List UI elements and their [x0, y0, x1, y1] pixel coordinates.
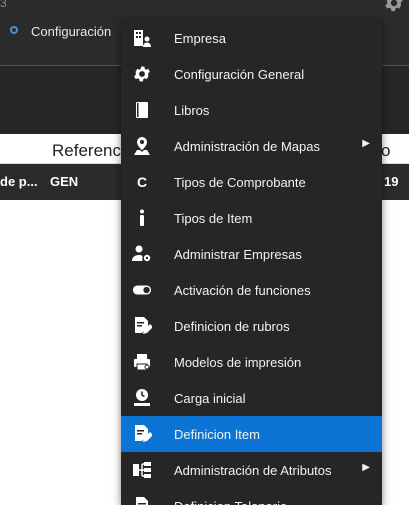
menu-item-definicion-talonario[interactable]: Definicion Talonario	[121, 488, 382, 505]
hierarchy-icon	[131, 460, 153, 480]
menu-item-label: Tipos de Comprobante	[174, 175, 306, 190]
menu-item-label: Administración de Atributos	[174, 463, 332, 478]
user-gear-icon	[131, 244, 153, 264]
menu-item-administracion-de-atributos[interactable]: Administración de Atributos ▶	[121, 452, 382, 488]
table-cell: de p...	[0, 174, 38, 189]
radio-ring-icon[interactable]	[10, 26, 18, 34]
corner-number: 3	[0, 0, 7, 10]
toggle-icon	[131, 280, 153, 300]
menu-item-label: Modelos de impresión	[174, 355, 302, 370]
menu-item-label: Administración de Mapas	[174, 139, 320, 154]
menu-item-label: Administrar Empresas	[174, 247, 302, 262]
info-icon	[131, 208, 153, 228]
submenu-arrow-icon: ▶	[362, 138, 370, 149]
menu-item-label: Activación de funciones	[174, 283, 311, 298]
menu-item-libros[interactable]: Libros	[121, 92, 382, 128]
menu-item-label: Definicion de rubros	[174, 319, 290, 334]
gear-icon	[131, 64, 153, 84]
svg-text:C: C	[137, 174, 147, 190]
menu-item-definicion-item[interactable]: Definicion Item	[121, 416, 382, 452]
menu-item-tipos-de-comprobante[interactable]: C Tipos de Comprobante	[121, 164, 382, 200]
clock-upload-icon	[131, 388, 153, 408]
menu-item-label: Empresa	[174, 31, 227, 46]
doc-edit-icon	[131, 424, 153, 444]
menu-item-label: Definicion Talonario	[174, 499, 287, 505]
table-cell: 19	[384, 174, 399, 189]
submenu-arrow-icon: ▶	[362, 462, 370, 473]
menu-item-configuracion-general[interactable]: Configuración General	[121, 56, 382, 92]
doc-edit-icon	[131, 316, 153, 336]
menu-item-activacion-de-funciones[interactable]: Activación de funciones	[121, 272, 382, 308]
menu-item-label: Tipos de Item	[174, 211, 253, 226]
menu-item-tipos-de-item[interactable]: Tipos de Item	[121, 200, 382, 236]
configuration-dropdown-menu: Empresa Configuración General Libros Admini…	[121, 20, 382, 505]
menu-item-label: Configuración General	[174, 67, 305, 82]
menu-item-label: Libros	[174, 103, 210, 118]
building-user-icon	[131, 28, 153, 48]
menu-item-administracion-de-mapas[interactable]: Administración de Mapas ▶	[121, 128, 382, 164]
menu-item-carga-inicial[interactable]: Carga inicial	[121, 380, 382, 416]
menu-item-administrar-empresas[interactable]: Administrar Empresas	[121, 236, 382, 272]
map-pin-icon	[131, 136, 153, 156]
menu-item-definicion-de-rubros[interactable]: Definicion de rubros	[121, 308, 382, 344]
menu-item-label: Definicion Item	[174, 427, 260, 442]
doc-icon	[131, 496, 153, 505]
printer-gear-icon	[131, 352, 153, 372]
menu-item-label: Carga inicial	[174, 391, 246, 406]
book-icon	[131, 100, 153, 120]
column-header-referencia[interactable]: Referenc	[52, 141, 121, 161]
table-cell: GEN	[50, 174, 79, 189]
configuracion-label[interactable]: Configuración	[31, 24, 111, 39]
letter-c-icon: C	[131, 172, 153, 192]
column-header-right[interactable]: o	[381, 141, 390, 161]
gear-icon[interactable]	[383, 0, 405, 14]
menu-item-modelos-de-impresion[interactable]: Modelos de impresión	[121, 344, 382, 380]
menu-item-empresa[interactable]: Empresa	[121, 20, 382, 56]
